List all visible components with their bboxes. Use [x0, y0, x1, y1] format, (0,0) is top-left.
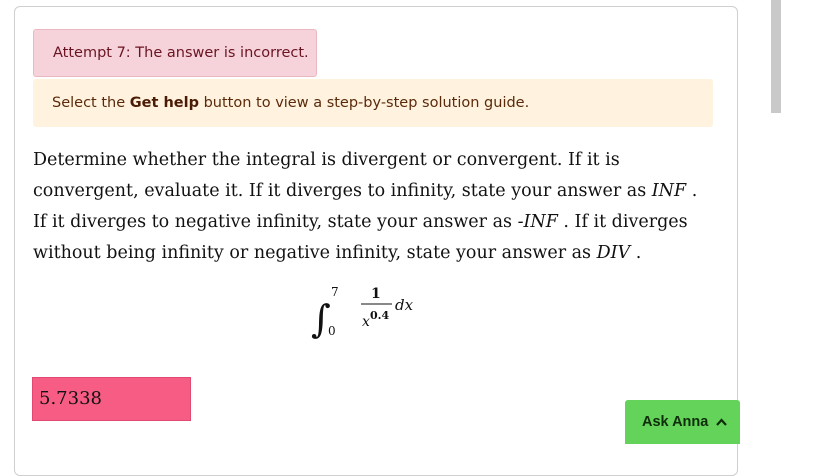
- fraction-numerator: 1: [371, 286, 381, 302]
- answer-input[interactable]: 5.7338: [32, 377, 191, 421]
- integral-lower-limit: 0: [328, 324, 336, 338]
- integral-formula: ∫ 7 0 1 x 0.4 dx: [310, 280, 450, 341]
- help-hint-prefix: Select the: [52, 95, 130, 111]
- question-text-part1: Determine whether the integral is diverg…: [33, 150, 652, 201]
- question-text: Determine whether the integral is diverg…: [33, 145, 703, 269]
- ask-anna-button[interactable]: Ask Anna: [625, 400, 740, 444]
- incorrect-answer-text: Attempt 7: The answer is incorrect.: [53, 45, 309, 61]
- chevron-up-icon: [716, 418, 728, 426]
- integral-upper-limit: 7: [331, 285, 339, 299]
- div-keyword: DIV: [596, 243, 631, 263]
- help-hint-suffix: button to view a step-by-step solution g…: [198, 95, 530, 111]
- fraction-denominator-base: x: [362, 314, 370, 330]
- ask-anna-label: Ask Anna: [642, 414, 709, 430]
- help-hint-alert: Select the Get help button to view a ste…: [33, 79, 713, 127]
- get-help-reference: Get help: [129, 95, 199, 111]
- inf-keyword: INF: [651, 181, 687, 201]
- answer-value: 5.7338: [39, 388, 102, 409]
- question-text-part4: .: [630, 243, 642, 263]
- fraction-denominator-exponent: 0.4: [370, 309, 389, 322]
- differential: dx: [395, 296, 414, 314]
- incorrect-answer-alert: Attempt 7: The answer is incorrect.: [33, 29, 317, 77]
- neg-inf-keyword: -INF: [517, 212, 558, 232]
- scrollbar[interactable]: [771, 0, 781, 113]
